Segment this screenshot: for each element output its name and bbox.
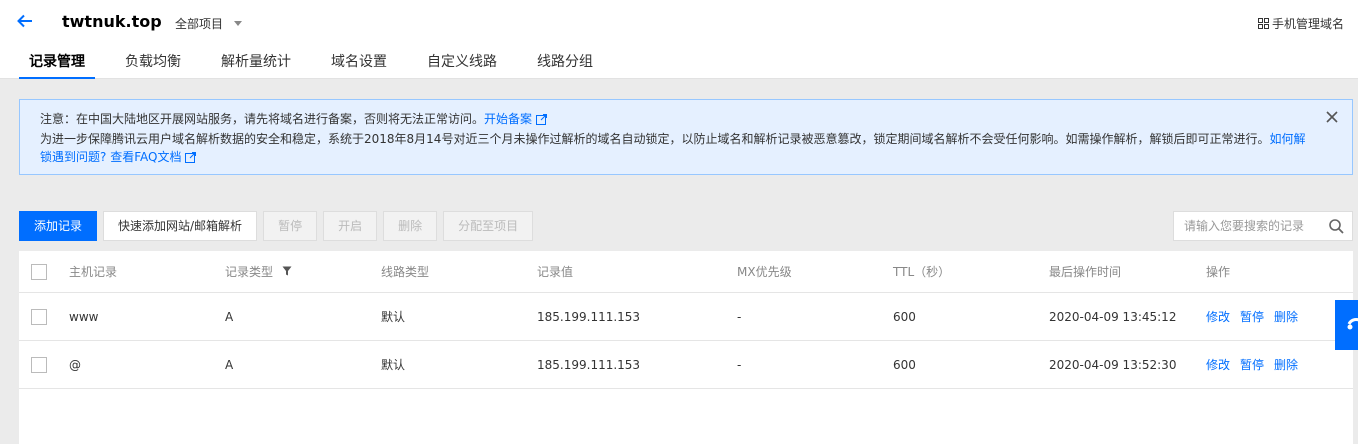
cell-mx: - — [737, 309, 742, 324]
feedback-widget[interactable] — [1335, 300, 1358, 350]
table-row: @ A 默认 185.199.111.153 - 600 2020-04-09 … — [19, 341, 1353, 389]
cell-line: 默认 — [381, 358, 406, 372]
notice-banner: 注意：在中国大陆地区开展网站服务，请先将域名进行备案，否则将无法正常访问。开始备… — [19, 99, 1353, 175]
domain-title: twtnuk.top — [62, 12, 162, 31]
close-icon[interactable] — [1325, 110, 1339, 124]
tab-bar: 记录管理 负载均衡 解析量统计 域名设置 自定义线路 线路分组 — [19, 52, 603, 79]
notice-text-2: 为进一步保障腾讯云用户域名解析数据的安全和稳定，系统于2018年8月14号对近三… — [40, 132, 1270, 146]
search-icon[interactable] — [1329, 219, 1344, 237]
toolbar: 添加记录 快速添加网站/邮箱解析 暂停 开启 删除 分配至项目 — [19, 211, 539, 241]
header-type: 记录类型 — [225, 251, 292, 292]
external-link-icon — [185, 150, 197, 168]
delete-link[interactable]: 删除 — [1274, 308, 1298, 325]
start-filing-link[interactable]: 开始备案 — [484, 112, 532, 126]
cell-mx: - — [737, 357, 742, 372]
back-arrow-icon[interactable] — [16, 12, 36, 32]
table-row: www A 默认 185.199.111.153 - 600 2020-04-0… — [19, 293, 1353, 341]
cell-time: 2020-04-09 13:45:12 — [1049, 309, 1177, 324]
enable-button[interactable]: 开启 — [323, 211, 378, 241]
filter-icon[interactable] — [282, 265, 292, 279]
tab-resolution-stats[interactable]: 解析量统计 — [211, 52, 301, 79]
project-select-label: 全部项目 — [175, 17, 224, 31]
edit-link[interactable]: 修改 — [1206, 308, 1230, 325]
external-link-icon — [536, 112, 548, 130]
assign-project-button[interactable]: 分配至项目 — [443, 211, 534, 241]
tab-load-balancing[interactable]: 负载均衡 — [115, 52, 191, 79]
row-checkbox[interactable] — [31, 309, 47, 325]
cell-time: 2020-04-09 13:52:30 — [1049, 357, 1177, 372]
tab-custom-lines[interactable]: 自定义线路 — [417, 52, 507, 79]
delete-link[interactable]: 删除 — [1274, 356, 1298, 373]
select-all-checkbox[interactable] — [31, 264, 47, 280]
pause-button[interactable]: 暂停 — [263, 211, 318, 241]
table-header-row: 主机记录 记录类型 线路类型 记录值 MX优先级 TTL（秒） 最后操作时间 操… — [19, 251, 1353, 293]
records-table: 主机记录 记录类型 线路类型 记录值 MX优先级 TTL（秒） 最后操作时间 操… — [19, 251, 1353, 444]
mobile-manage-label: 手机管理域名 — [1271, 17, 1344, 31]
project-select[interactable]: 全部项目 — [175, 15, 243, 32]
cell-host: www — [69, 309, 99, 324]
header-ttl: TTL（秒） — [893, 265, 951, 279]
quick-add-button[interactable]: 快速添加网站/邮箱解析 — [103, 211, 258, 241]
cell-ttl: 600 — [893, 309, 916, 324]
search-input[interactable] — [1174, 212, 1319, 240]
tab-line-groups[interactable]: 线路分组 — [527, 52, 603, 79]
header-line: 线路类型 — [381, 265, 430, 279]
mobile-manage-link[interactable]: 手机管理域名 — [1257, 15, 1344, 32]
cell-host: @ — [69, 357, 81, 372]
cell-type: A — [225, 309, 234, 324]
row-checkbox[interactable] — [31, 357, 47, 373]
header-type-label: 记录类型 — [225, 265, 274, 279]
tab-record-management[interactable]: 记录管理 — [19, 52, 95, 79]
header-mx: MX优先级 — [737, 265, 792, 279]
cell-type: A — [225, 357, 234, 372]
page-header: twtnuk.top 全部项目 手机管理域名 记录管理 负载均衡 解析量统计 域… — [0, 0, 1358, 79]
notice-line-2: 为进一步保障腾讯云用户域名解析数据的安全和稳定，系统于2018年8月14号对近三… — [40, 130, 1312, 168]
faq-link[interactable]: 查看FAQ文档 — [110, 150, 181, 164]
cell-ttl: 600 — [893, 357, 916, 372]
cell-ops: 修改 暂停 删除 — [1206, 293, 1308, 340]
search-box — [1173, 211, 1353, 241]
caret-down-icon — [234, 21, 243, 26]
header-time: 最后操作时间 — [1049, 265, 1122, 279]
headset-icon — [1347, 318, 1358, 330]
header-ops: 操作 — [1206, 265, 1231, 279]
notice-line-1: 注意：在中国大陆地区开展网站服务，请先将域名进行备案，否则将无法正常访问。开始备… — [40, 110, 1312, 130]
notice-text-1: 注意：在中国大陆地区开展网站服务，请先将域名进行备案，否则将无法正常访问。 — [40, 112, 485, 126]
cell-ops: 修改 暂停 删除 — [1206, 341, 1308, 388]
cell-value: 185.199.111.153 — [537, 309, 641, 324]
pause-link[interactable]: 暂停 — [1240, 308, 1264, 325]
grid-icon — [1257, 18, 1269, 29]
cell-value: 185.199.111.153 — [537, 357, 641, 372]
header-host: 主机记录 — [69, 265, 118, 279]
header-value: 记录值 — [537, 265, 574, 279]
tab-domain-settings[interactable]: 域名设置 — [321, 52, 397, 79]
delete-button[interactable]: 删除 — [383, 211, 438, 241]
cell-line: 默认 — [381, 310, 406, 324]
add-record-button[interactable]: 添加记录 — [19, 211, 98, 241]
edit-link[interactable]: 修改 — [1206, 356, 1230, 373]
pause-link[interactable]: 暂停 — [1240, 356, 1264, 373]
